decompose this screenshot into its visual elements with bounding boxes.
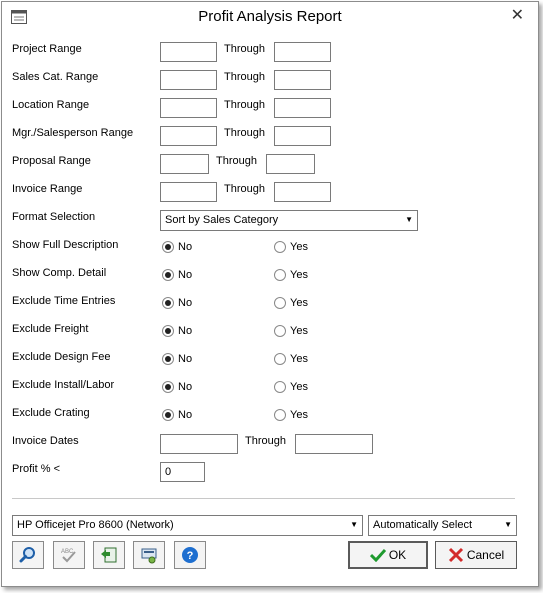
option-label: Exclude Design Fee	[12, 351, 111, 363]
cancel-x-icon	[448, 547, 463, 563]
divider	[12, 498, 515, 499]
printer-value: HP Officejet Pro 8600 (Network)	[17, 519, 174, 531]
option-label: Show Comp. Detail	[12, 267, 107, 279]
option-label: Exclude Install/Labor	[12, 379, 115, 391]
radio-no[interactable]	[162, 353, 174, 365]
through-label: Through	[224, 127, 265, 139]
invoice-range-from[interactable]	[160, 182, 217, 202]
checkmark-icon	[369, 548, 386, 562]
project-range-from[interactable]	[160, 42, 217, 62]
invoice-range-to[interactable]	[274, 182, 331, 202]
ok-button[interactable]: OK	[348, 541, 428, 569]
printer-settings-icon	[141, 548, 157, 564]
report-dialog: Profit Analysis Report ✕ Project Range T…	[1, 1, 539, 587]
radio-no-label: No	[178, 353, 193, 365]
option-label: Show Full Description	[12, 239, 119, 251]
help-button[interactable]: ?	[174, 541, 206, 569]
mgr-salesperson-range-from[interactable]	[160, 126, 217, 146]
proposal-range-label: Proposal Range	[12, 155, 91, 167]
radio-yes[interactable]	[274, 269, 286, 281]
mgr-salesperson-range-to[interactable]	[274, 126, 331, 146]
help-icon: ?	[182, 547, 198, 563]
radio-no[interactable]	[162, 241, 174, 253]
location-range-to[interactable]	[274, 98, 331, 118]
through-label: Through	[216, 155, 257, 167]
chevron-down-icon: ▼	[504, 520, 512, 529]
sales-cat-range-from[interactable]	[160, 70, 217, 90]
printer-dropdown[interactable]: HP Officejet Pro 8600 (Network) ▼	[12, 515, 363, 536]
location-range-from[interactable]	[160, 98, 217, 118]
cancel-label: Cancel	[466, 548, 505, 562]
radio-yes[interactable]	[274, 381, 286, 393]
radio-yes[interactable]	[274, 409, 286, 421]
export-icon	[101, 547, 117, 563]
paper-tray-value: Automatically Select	[373, 519, 473, 531]
radio-no[interactable]	[162, 381, 174, 393]
through-label: Through	[224, 71, 265, 83]
close-icon[interactable]: ✕	[511, 7, 524, 25]
radio-yes[interactable]	[274, 241, 286, 253]
radio-no-label: No	[178, 409, 193, 421]
radio-no-label: No	[178, 381, 193, 393]
radio-no-label: No	[178, 325, 193, 337]
radio-yes-label: Yes	[290, 353, 308, 365]
through-label: Through	[245, 435, 286, 447]
through-label: Through	[224, 99, 265, 111]
format-selection-value: Sort by Sales Category	[165, 214, 279, 226]
spell-check-button[interactable]: ABC	[53, 541, 85, 569]
invoice-range-label: Invoice Range	[12, 183, 83, 195]
radio-yes[interactable]	[274, 325, 286, 337]
through-label: Through	[224, 43, 265, 55]
format-selection-dropdown[interactable]: Sort by Sales Category ▼	[160, 210, 418, 231]
radio-no[interactable]	[162, 269, 174, 281]
cancel-button[interactable]: Cancel	[435, 541, 517, 569]
location-range-label: Location Range	[12, 99, 90, 111]
option-label: Exclude Crating	[12, 407, 90, 419]
radio-no-label: No	[178, 241, 193, 253]
radio-yes-label: Yes	[290, 325, 308, 337]
radio-yes-label: Yes	[290, 269, 308, 281]
radio-no[interactable]	[162, 409, 174, 421]
profit-input[interactable]	[160, 462, 205, 482]
radio-no[interactable]	[162, 325, 174, 337]
radio-no[interactable]	[162, 297, 174, 309]
project-range-to[interactable]	[274, 42, 331, 62]
proposal-range-to[interactable]	[266, 154, 315, 174]
radio-yes[interactable]	[274, 353, 286, 365]
dialog-title: Profit Analysis Report	[198, 8, 342, 25]
spellcheck-icon: ABC	[61, 549, 76, 563]
sales-cat-range-label: Sales Cat. Range	[12, 71, 99, 83]
chevron-down-icon: ▼	[405, 215, 413, 224]
chevron-down-icon: ▼	[350, 520, 358, 529]
mgr-salesperson-range-label: Mgr./Salesperson Range	[12, 127, 134, 139]
title-bar: Profit Analysis Report ✕	[2, 2, 538, 32]
radio-yes[interactable]	[274, 297, 286, 309]
svg-text:?: ?	[187, 550, 194, 562]
radio-no-label: No	[178, 269, 193, 281]
invoice-dates-label: Invoice Dates	[12, 435, 79, 447]
paper-tray-dropdown[interactable]: Automatically Select ▼	[368, 515, 517, 536]
invoice-dates-from[interactable]	[160, 434, 238, 454]
magnifier-icon	[19, 547, 35, 563]
radio-no-label: No	[178, 297, 193, 309]
ok-label: OK	[388, 548, 407, 562]
profit-label: Profit % <	[12, 463, 60, 475]
option-label: Exclude Freight	[12, 323, 89, 335]
export-button[interactable]	[93, 541, 125, 569]
format-selection-label: Format Selection	[12, 211, 96, 223]
invoice-dates-to[interactable]	[295, 434, 373, 454]
print-setup-button[interactable]	[133, 541, 165, 569]
radio-yes-label: Yes	[290, 409, 308, 421]
project-range-label: Project Range	[12, 43, 82, 55]
option-label: Exclude Time Entries	[12, 295, 116, 307]
radio-yes-label: Yes	[290, 297, 308, 309]
proposal-range-from[interactable]	[160, 154, 209, 174]
radio-yes-label: Yes	[290, 381, 308, 393]
sales-cat-range-to[interactable]	[274, 70, 331, 90]
radio-yes-label: Yes	[290, 241, 308, 253]
through-label: Through	[224, 183, 265, 195]
preview-button[interactable]	[12, 541, 44, 569]
